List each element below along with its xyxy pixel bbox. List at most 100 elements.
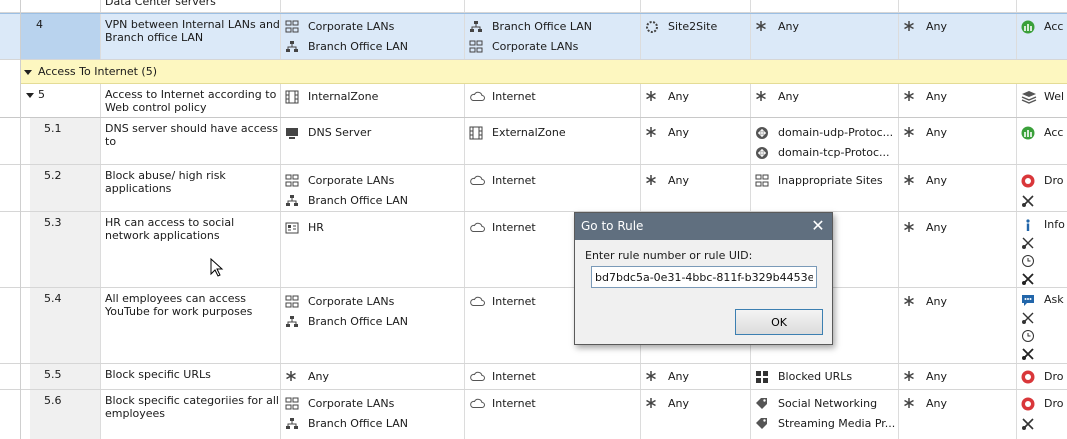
any-icon: [645, 370, 661, 384]
action-object[interactable]: Dro: [1021, 367, 1067, 387]
action-object[interactable]: Acc: [1021, 123, 1067, 143]
services-object[interactable]: Any: [755, 17, 898, 37]
vpn-object[interactable]: Any: [645, 394, 750, 414]
any-icon: [903, 126, 919, 140]
network-group-icon: [469, 40, 485, 54]
action-object[interactable]: Dro: [1021, 171, 1067, 191]
table-row[interactable]: Data Center servers: [0, 0, 1067, 13]
rule-number: 5.5: [44, 368, 62, 381]
table-row[interactable]: 5.5 Block specific URLs Any Internet Any…: [0, 364, 1067, 390]
info-icon: [1021, 218, 1037, 232]
network-icon: [285, 315, 301, 329]
clock-icon: [1021, 254, 1037, 268]
section-header[interactable]: Access To Internet (5): [20, 60, 1067, 84]
destination-object[interactable]: Corporate LANs: [469, 37, 640, 57]
rule-uid-input[interactable]: [591, 266, 817, 288]
services-object[interactable]: Blocked URLs: [755, 367, 898, 387]
destination-object[interactable]: ExternalZone: [469, 123, 640, 143]
content-object[interactable]: Any: [903, 292, 1016, 312]
collapse-triangle-icon[interactable]: [24, 69, 32, 75]
drop-icon: [1021, 370, 1037, 384]
content-object[interactable]: Any: [903, 87, 1016, 107]
services-object[interactable]: Streaming Media Pr...: [755, 414, 898, 434]
source-object[interactable]: Corporate LANs: [285, 394, 464, 414]
table-row[interactable]: 5.1 DNS server should have access to DNS…: [0, 118, 1067, 165]
services-object[interactable]: Social Networking: [755, 394, 898, 414]
source-object[interactable]: HR: [285, 218, 464, 238]
action-object[interactable]: Info: [1021, 216, 1067, 234]
services-object[interactable]: domain-udp-Protoc...: [755, 123, 898, 143]
any-icon: [755, 90, 771, 104]
cloud-icon: [469, 174, 485, 188]
content-object[interactable]: Any: [903, 367, 1016, 387]
close-icon[interactable]: ✕: [808, 216, 828, 236]
any-icon: [285, 370, 301, 384]
track-log-icon: [1021, 194, 1037, 208]
zone-icon: [469, 126, 485, 140]
destination-object[interactable]: Internet: [469, 87, 640, 107]
dialog-title: Go to Rule: [581, 219, 644, 233]
clock-icon: [1021, 329, 1037, 343]
source-object[interactable]: Branch Office LAN: [285, 37, 464, 57]
table-row[interactable]: 5.4 All employees can access YouTube for…: [0, 288, 1067, 364]
content-object[interactable]: Any: [903, 171, 1016, 191]
vpn-object[interactable]: Any: [645, 123, 750, 143]
rule-name: Block specific URLs: [105, 368, 211, 381]
action-object[interactable]: Wel: [1021, 87, 1067, 107]
zone-icon: [285, 90, 301, 104]
source-object[interactable]: DNS Server: [285, 123, 464, 143]
ok-button[interactable]: OK: [735, 309, 823, 335]
rule-name: HR can access to social network applicat…: [105, 216, 235, 242]
source-object[interactable]: InternalZone: [285, 87, 464, 107]
collapse-triangle-icon[interactable]: [26, 92, 34, 98]
rule-number: 5.6: [44, 394, 62, 407]
table-row[interactable]: 5.6 Block specific categoriies for all e…: [0, 390, 1067, 439]
rule-number: 5.4: [44, 292, 62, 305]
source-object[interactable]: Corporate LANs: [285, 171, 464, 191]
destination-object[interactable]: Internet: [469, 171, 640, 191]
source-object[interactable]: Branch Office LAN: [285, 312, 464, 332]
rule-number: 4: [36, 18, 43, 31]
table-row[interactable]: 5.3 HR can access to social network appl…: [0, 212, 1067, 288]
category-tag-icon: [755, 417, 771, 431]
network-icon: [285, 40, 301, 54]
accept-icon: [1021, 126, 1037, 140]
vpn-community-icon: [645, 20, 661, 34]
content-object[interactable]: Any: [903, 218, 1016, 238]
network-group-icon: [285, 174, 301, 188]
destination-object[interactable]: Internet: [469, 367, 640, 387]
destination-object[interactable]: Branch Office LAN: [469, 17, 640, 37]
services-object[interactable]: domain-tcp-Protoc...: [755, 143, 898, 163]
any-icon: [903, 221, 919, 235]
network-icon: [285, 194, 301, 208]
vpn-object[interactable]: Any: [645, 367, 750, 387]
vpn-object[interactable]: Any: [645, 171, 750, 191]
source-object[interactable]: Branch Office LAN: [285, 414, 464, 434]
source-object[interactable]: Corporate LANs: [285, 17, 464, 37]
source-object[interactable]: Corporate LANs: [285, 292, 464, 312]
services-object[interactable]: Any: [755, 87, 898, 107]
action-object[interactable]: Acc: [1021, 17, 1067, 37]
action-object[interactable]: Ask: [1021, 291, 1067, 309]
table-row-selected[interactable]: 4 VPN between Internal LANs and Branch o…: [0, 13, 1067, 60]
any-icon: [755, 20, 771, 34]
access-role-icon: [285, 221, 301, 235]
dialog-title-bar[interactable]: Go to Rule ✕: [575, 213, 832, 240]
content-object[interactable]: Any: [903, 394, 1016, 414]
vpn-object[interactable]: Site2Site: [645, 17, 750, 37]
table-row[interactable]: 5 Access to Internet according to Web co…: [0, 84, 1067, 118]
source-object[interactable]: Any: [285, 367, 464, 387]
content-object[interactable]: Any: [903, 17, 1016, 37]
table-row[interactable]: 5.2 Block abuse/ high risk applications …: [0, 165, 1067, 212]
network-group-icon: [285, 295, 301, 309]
any-icon: [903, 90, 919, 104]
content-object[interactable]: Any: [903, 123, 1016, 143]
action-object[interactable]: Dro: [1021, 394, 1067, 414]
cloud-icon: [469, 370, 485, 384]
vpn-object[interactable]: Any: [645, 87, 750, 107]
source-object[interactable]: Branch Office LAN: [285, 191, 464, 211]
layers-icon: [1021, 90, 1037, 104]
destination-object[interactable]: Internet: [469, 394, 640, 414]
services-object[interactable]: Inappropriate Sites: [755, 171, 898, 191]
accept-icon: [1021, 20, 1037, 34]
